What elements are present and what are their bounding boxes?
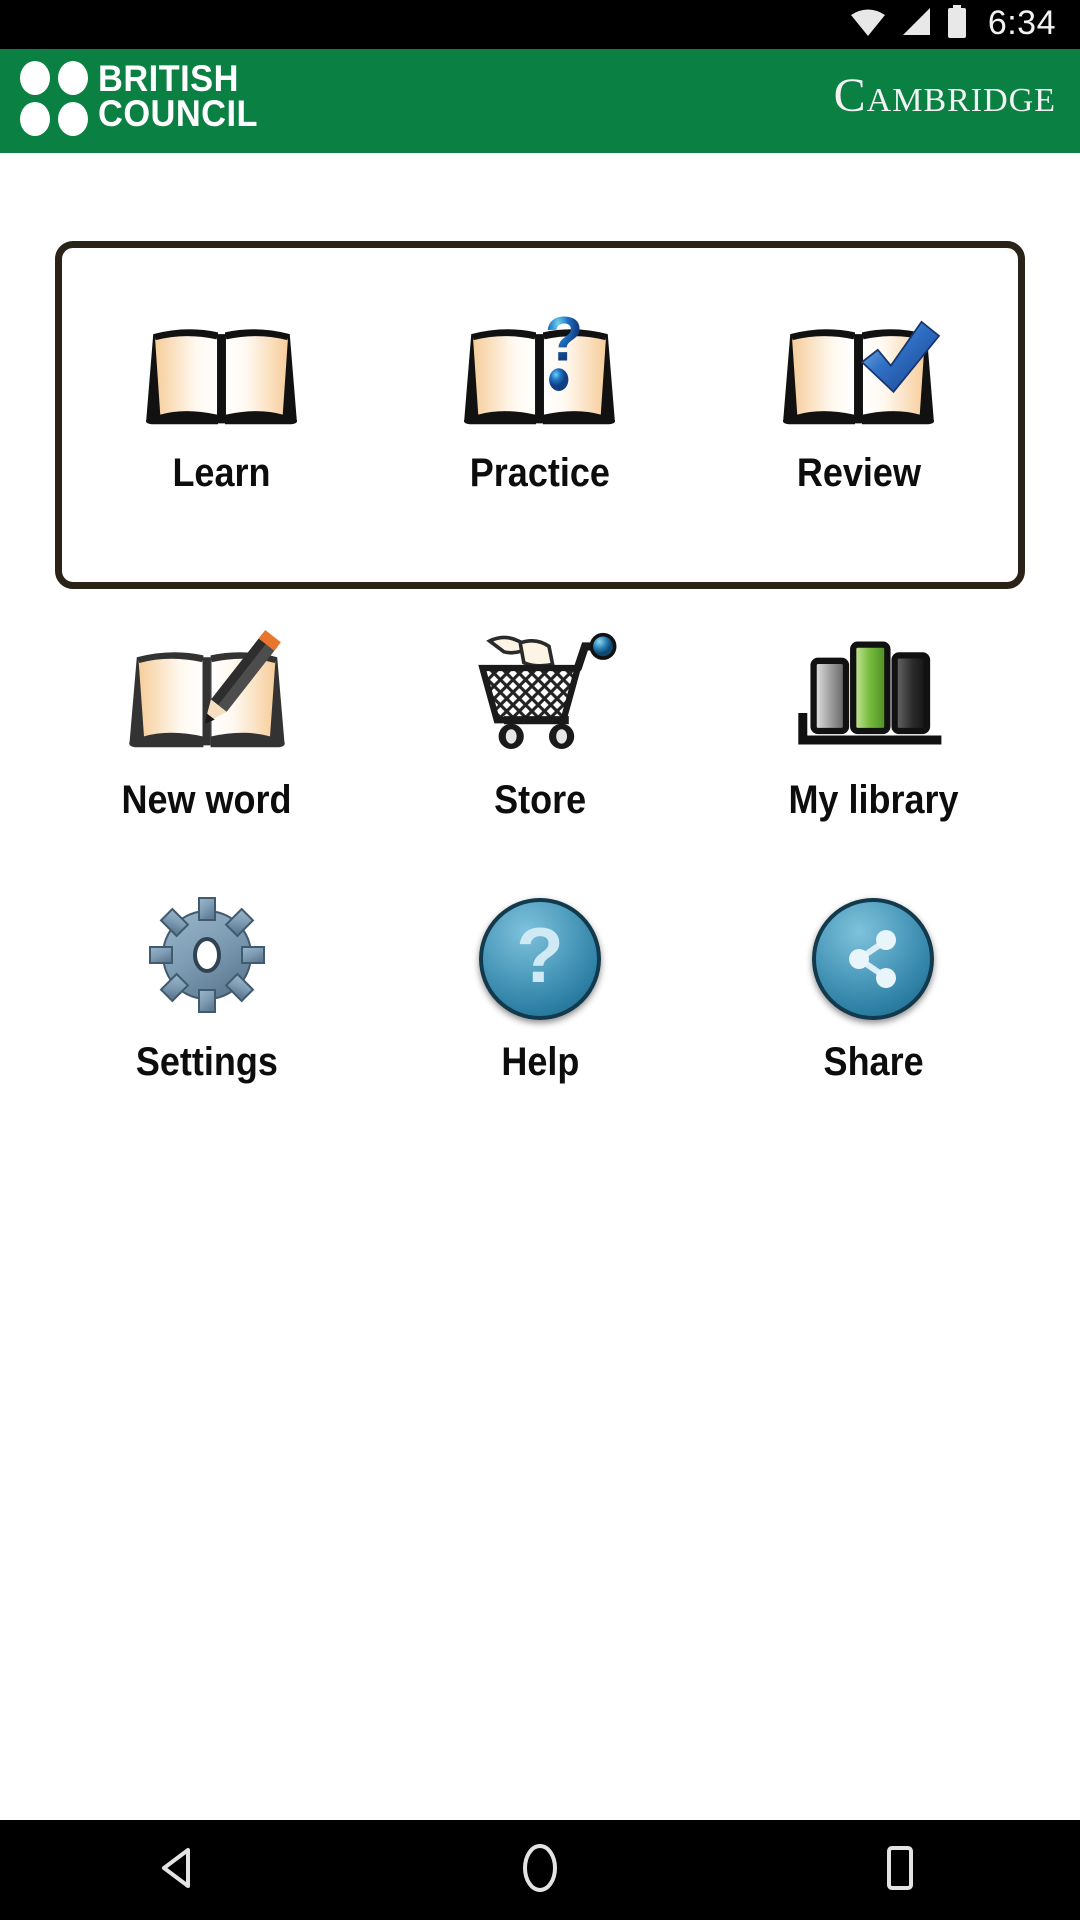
android-nav-bar <box>0 1820 1080 1920</box>
books-on-shelf-icon <box>773 623 973 758</box>
circle-home-icon <box>516 1842 564 1899</box>
battery-icon <box>946 5 968 44</box>
signal-icon <box>900 7 932 42</box>
open-book-question-mark-icon: ? <box>452 296 627 431</box>
tile-label: Learn <box>172 451 271 495</box>
cambridge-initial: C <box>833 69 867 122</box>
open-book-check-mark-icon <box>771 296 946 431</box>
shopping-cart-icon <box>440 623 640 758</box>
cambridge-rest: AMBRIDGE <box>866 82 1056 119</box>
cambridge-logo: CAMBRIDGE <box>834 72 1056 120</box>
tile-store[interactable]: Store <box>420 623 660 823</box>
tile-label: Practice <box>469 451 611 495</box>
open-book-icon <box>134 296 309 431</box>
tile-label: Help <box>500 1040 579 1084</box>
tile-share[interactable]: Share <box>753 885 993 1085</box>
tile-label: Settings <box>135 1040 278 1084</box>
grid-row: Settings ? Help Share <box>0 885 1080 1085</box>
brand-line-1: BRITISH <box>98 58 239 99</box>
tile-label: My library <box>788 778 959 822</box>
tile-my-library[interactable]: My library <box>753 623 993 823</box>
feature-grid: New word Store My library Settings ? Hel… <box>0 623 1080 1147</box>
tile-label: Share <box>823 1040 924 1084</box>
tile-label: Review <box>796 451 921 495</box>
recents-button[interactable] <box>820 1820 980 1920</box>
tile-label: New word <box>121 778 292 822</box>
share-nodes-circle-icon <box>812 885 935 1020</box>
tile-settings[interactable]: Settings <box>87 885 327 1085</box>
tile-new-word[interactable]: New word <box>87 623 327 823</box>
tile-review[interactable]: Review <box>739 296 979 496</box>
back-button[interactable] <box>100 1820 260 1920</box>
grid-row: New word Store My library <box>0 623 1080 823</box>
british-council-logo: BRITISH COUNCIL <box>20 58 270 143</box>
tile-learn[interactable]: Learn <box>101 296 341 496</box>
question-mark-circle-icon: ? <box>478 885 601 1020</box>
status-bar: 6:34 <box>0 0 1080 49</box>
book-pencil-icon <box>107 623 307 758</box>
status-time: 6:34 <box>987 4 1056 42</box>
triangle-back-icon <box>156 1844 204 1897</box>
gear-icon <box>142 885 272 1020</box>
home-button[interactable] <box>460 1820 620 1920</box>
british-council-wordmark: BRITISH COUNCIL <box>98 58 259 135</box>
svg-text:?: ? <box>545 316 583 374</box>
british-council-dots-icon <box>20 61 88 143</box>
tile-practice[interactable]: ? Practice <box>420 296 660 496</box>
tile-label: Store <box>493 778 586 822</box>
tile-help[interactable]: ? Help <box>420 885 660 1085</box>
wifi-icon <box>850 7 886 42</box>
square-recents-icon <box>880 1844 920 1897</box>
learn-practice-review-card: Learn ? Practice Review <box>55 241 1025 589</box>
brand-line-2: COUNCIL <box>98 93 259 135</box>
app-header: BRITISH COUNCIL CAMBRIDGE <box>0 49 1080 153</box>
main-content: Learn ? Practice Review New word Store M… <box>0 153 1080 1820</box>
